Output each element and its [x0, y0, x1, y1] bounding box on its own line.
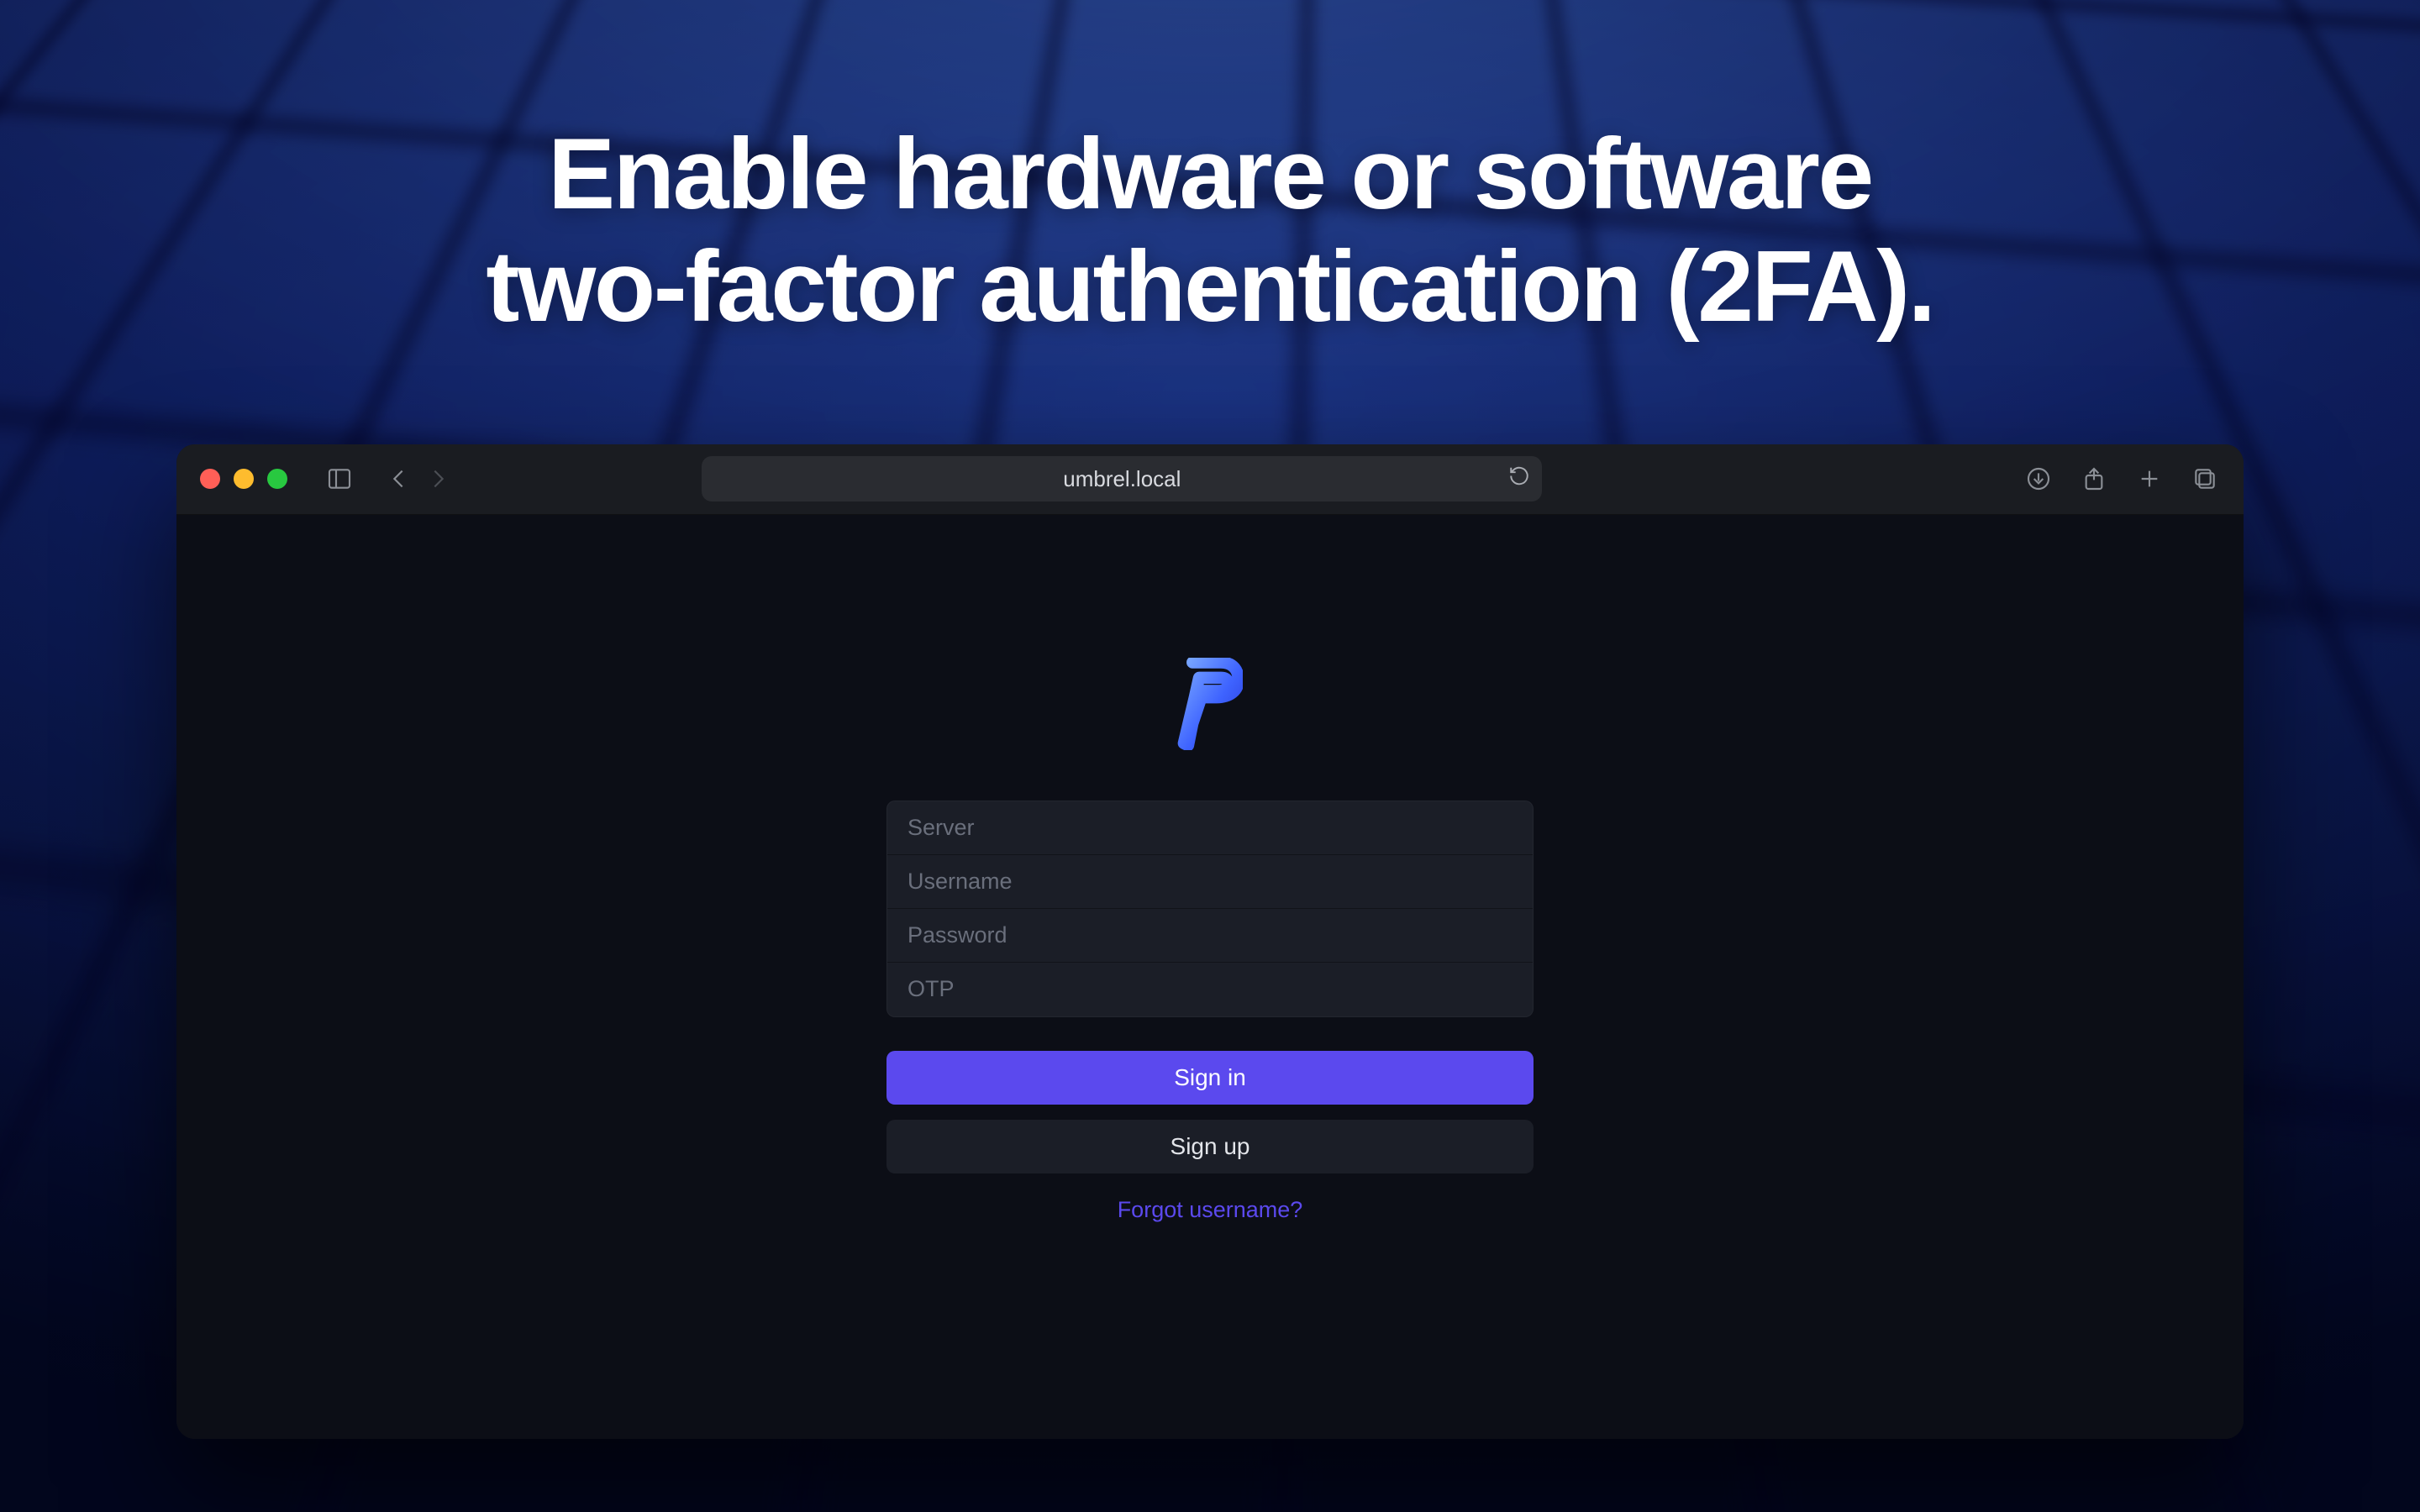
downloads-icon[interactable] [2023, 464, 2054, 494]
nav-back-icon[interactable] [385, 464, 415, 494]
nav-forward-icon[interactable] [422, 464, 452, 494]
nav-buttons [385, 464, 452, 494]
address-text: umbrel.local [1063, 466, 1181, 492]
hero-heading: Enable hardware or software two-factor a… [0, 0, 2420, 344]
window-zoom-button[interactable] [267, 469, 287, 489]
toolbar-right [2023, 464, 2220, 494]
reload-icon[interactable] [1508, 465, 1530, 493]
login-card [886, 801, 1534, 1017]
server-input[interactable] [887, 801, 1533, 855]
otp-input[interactable] [887, 963, 1533, 1016]
share-icon[interactable] [2079, 464, 2109, 494]
browser-window: umbrel.local [176, 444, 2244, 1439]
window-controls [200, 469, 287, 489]
window-close-button[interactable] [200, 469, 220, 489]
signin-button[interactable]: Sign in [886, 1051, 1534, 1105]
page-viewport: Sign in Sign up Forgot username? [176, 515, 2244, 1439]
sidebar-toggle-icon[interactable] [324, 464, 355, 494]
hero-line-2: two-factor authentication (2FA). [0, 230, 2420, 343]
window-minimize-button[interactable] [234, 469, 254, 489]
password-input[interactable] [887, 909, 1533, 963]
app-logo-icon [1177, 658, 1243, 750]
username-input[interactable] [887, 855, 1533, 909]
address-bar[interactable]: umbrel.local [702, 456, 1542, 501]
signup-button[interactable]: Sign up [886, 1120, 1534, 1173]
new-tab-icon[interactable] [2134, 464, 2165, 494]
forgot-username-link[interactable]: Forgot username? [1118, 1197, 1303, 1223]
browser-toolbar: umbrel.local [176, 444, 2244, 515]
hero-line-1: Enable hardware or software [0, 118, 2420, 230]
tabs-overview-icon[interactable] [2190, 464, 2220, 494]
